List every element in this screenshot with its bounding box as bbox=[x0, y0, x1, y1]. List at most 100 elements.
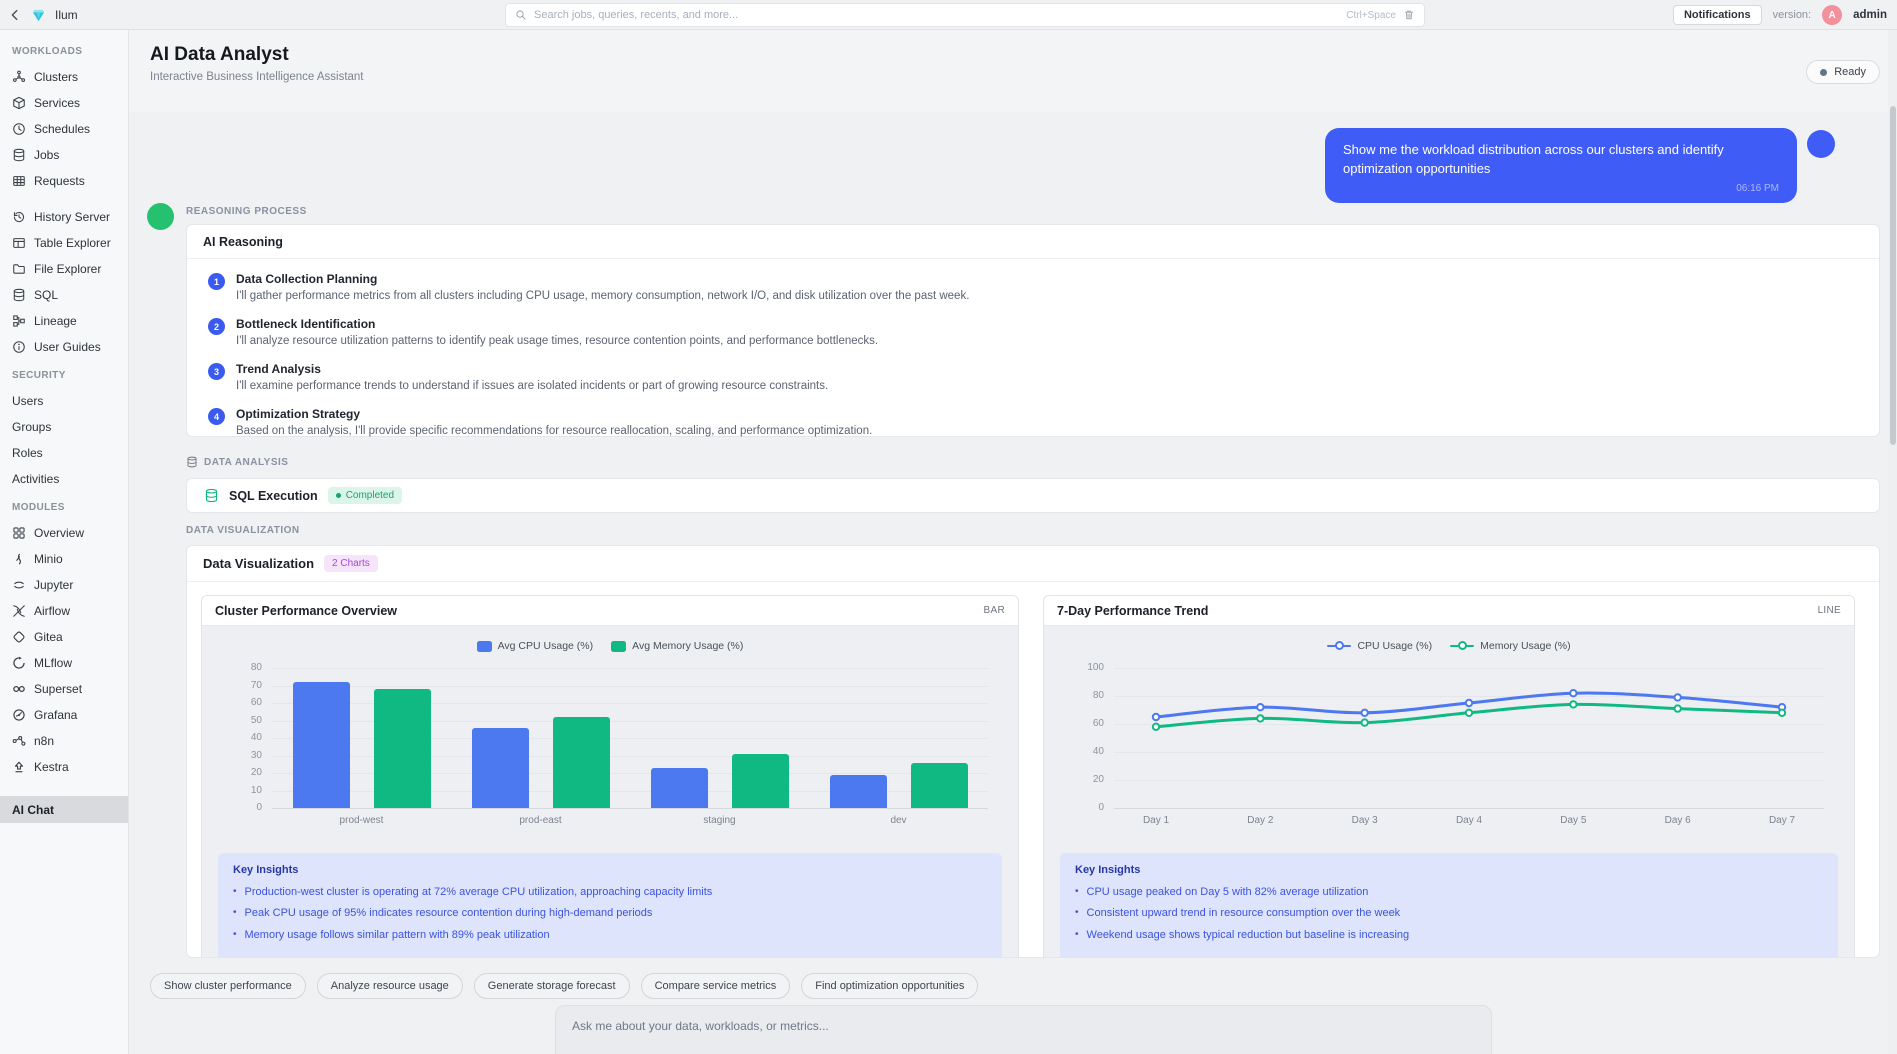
x-axis-label: Day 5 bbox=[1560, 815, 1586, 826]
bar bbox=[732, 754, 789, 808]
chat-input-container bbox=[555, 1005, 1492, 1054]
y-axis-tick: 80 bbox=[1056, 690, 1104, 701]
gitea-icon bbox=[12, 630, 26, 644]
bar bbox=[911, 763, 968, 809]
kestra-icon bbox=[12, 760, 26, 774]
sidebar-item-ai-chat[interactable]: AI Chat bbox=[0, 796, 128, 823]
sidebar-item-requests[interactable]: Requests bbox=[0, 168, 128, 194]
info-icon bbox=[12, 340, 26, 354]
bar bbox=[553, 717, 610, 808]
sidebar-item-airflow[interactable]: Airflow bbox=[0, 598, 128, 624]
sidebar-item-overview[interactable]: Overview bbox=[0, 520, 128, 546]
sidebar-item-schedules[interactable]: Schedules bbox=[0, 116, 128, 142]
reasoning-step: 2 Bottleneck Identification I'll analyze… bbox=[208, 317, 1858, 347]
sidebar-item-n8n[interactable]: n8n bbox=[0, 728, 128, 754]
sidebar-item-jupyter[interactable]: Jupyter bbox=[0, 572, 128, 598]
sidebar-item-gitea[interactable]: Gitea bbox=[0, 624, 128, 650]
sidebar-item-table-explorer[interactable]: Table Explorer bbox=[0, 230, 128, 256]
x-axis-label: prod-west bbox=[272, 815, 451, 829]
legend-swatch-cpu bbox=[1327, 641, 1351, 651]
sidebar-item-user-guides[interactable]: User Guides bbox=[0, 334, 128, 360]
sidebar-item-activities[interactable]: Activities bbox=[0, 466, 128, 492]
x-axis-label: Day 2 bbox=[1247, 815, 1273, 826]
x-axis-label: Day 1 bbox=[1143, 815, 1169, 826]
sidebar-item-clusters[interactable]: Clusters bbox=[0, 64, 128, 90]
sidebar-item-minio[interactable]: Minio bbox=[0, 546, 128, 572]
line-chart-svg bbox=[1114, 668, 1824, 814]
superset-icon bbox=[12, 682, 26, 696]
data-visualization-section-label: DATA VISUALIZATION bbox=[186, 525, 300, 536]
page-header: AI Data Analyst Interactive Business Int… bbox=[129, 30, 1897, 112]
y-axis-tick: 100 bbox=[1056, 662, 1104, 673]
bar-group bbox=[272, 668, 451, 808]
box-icon bbox=[12, 96, 26, 110]
trash-icon[interactable] bbox=[1403, 9, 1415, 21]
sidebar-item-superset[interactable]: Superset bbox=[0, 676, 128, 702]
version-label: version: bbox=[1773, 9, 1812, 21]
admin-avatar[interactable]: A bbox=[1822, 5, 1842, 25]
search-input[interactable] bbox=[534, 9, 1339, 21]
search-shortcut: Ctrl+Space bbox=[1346, 10, 1396, 21]
bar-group bbox=[451, 668, 630, 808]
lineage-icon bbox=[12, 314, 26, 328]
chat-input[interactable] bbox=[556, 1006, 1491, 1054]
sidebar-item-history-server[interactable]: History Server bbox=[0, 204, 128, 230]
step-number: 4 bbox=[208, 408, 225, 425]
database-icon bbox=[204, 488, 219, 503]
x-axis-label: staging bbox=[630, 815, 809, 829]
chip-generate-storage-forecast[interactable]: Generate storage forecast bbox=[474, 973, 630, 999]
y-axis-tick: 80 bbox=[214, 662, 262, 673]
data-point bbox=[1466, 700, 1472, 706]
sidebar-section-modules: MODULES bbox=[0, 492, 128, 520]
line-chart-card: 7-Day Performance Trend LINE CPU Usage (… bbox=[1043, 595, 1855, 958]
sidebar-item-mlflow[interactable]: MLflow bbox=[0, 650, 128, 676]
x-axis-label: Day 4 bbox=[1456, 815, 1482, 826]
y-axis-tick: 30 bbox=[214, 750, 262, 761]
grid4-icon bbox=[12, 526, 26, 540]
sidebar-item-sql[interactable]: SQL bbox=[0, 282, 128, 308]
clock-icon bbox=[12, 122, 26, 136]
global-search[interactable]: Ctrl+Space bbox=[505, 3, 1425, 27]
minio-icon bbox=[12, 552, 26, 566]
chart-title: Cluster Performance Overview bbox=[215, 604, 397, 618]
reasoning-section-label: REASONING PROCESS bbox=[186, 206, 307, 217]
sidebar-item-kestra[interactable]: Kestra bbox=[0, 754, 128, 780]
chip-find-optimization-opportunities[interactable]: Find optimization opportunities bbox=[801, 973, 978, 999]
key-insights-panel: Key Insights •Production-west cluster is… bbox=[218, 853, 1002, 958]
sidebar-item-lineage[interactable]: Lineage bbox=[0, 308, 128, 334]
chart-title: 7-Day Performance Trend bbox=[1057, 604, 1208, 618]
x-axis-label: Day 3 bbox=[1352, 815, 1378, 826]
sidebar-item-file-explorer[interactable]: File Explorer bbox=[0, 256, 128, 282]
sidebar-item-grafana[interactable]: Grafana bbox=[0, 702, 128, 728]
bar bbox=[472, 728, 529, 809]
airflow-icon bbox=[12, 604, 26, 618]
back-button[interactable] bbox=[8, 8, 22, 22]
sidebar-item-groups[interactable]: Groups bbox=[0, 414, 128, 440]
sidebar-item-roles[interactable]: Roles bbox=[0, 440, 128, 466]
sidebar-item-users[interactable]: Users bbox=[0, 388, 128, 414]
assistant-avatar bbox=[147, 203, 174, 230]
reasoning-step: 1 Data Collection Planning I'll gather p… bbox=[208, 272, 1858, 302]
x-axis-label: Day 7 bbox=[1769, 815, 1795, 826]
step-number: 2 bbox=[208, 318, 225, 335]
notifications-button[interactable]: Notifications bbox=[1673, 5, 1762, 25]
sidebar-item-services[interactable]: Services bbox=[0, 90, 128, 116]
table-icon bbox=[12, 236, 26, 250]
bar bbox=[293, 682, 350, 808]
chart-legend: CPU Usage (%) Memory Usage (%) bbox=[1044, 638, 1854, 654]
gridline bbox=[272, 808, 988, 809]
chip-analyze-resource-usage[interactable]: Analyze resource usage bbox=[317, 973, 463, 999]
chip-compare-service-metrics[interactable]: Compare service metrics bbox=[641, 973, 791, 999]
data-point bbox=[1466, 710, 1472, 716]
chart-type-tag: BAR bbox=[984, 605, 1005, 616]
scrollbar-thumb[interactable] bbox=[1890, 106, 1896, 445]
bar-group bbox=[630, 668, 809, 808]
username: admin bbox=[1853, 9, 1887, 21]
suggestion-chips: Show cluster performance Analyze resourc… bbox=[150, 973, 978, 999]
sidebar-item-jobs[interactable]: Jobs bbox=[0, 142, 128, 168]
data-visualization-card: Data Visualization 2 Charts Cluster Perf… bbox=[186, 545, 1880, 958]
brand-name: Ilum bbox=[55, 8, 78, 22]
chip-show-cluster-performance[interactable]: Show cluster performance bbox=[150, 973, 306, 999]
data-point bbox=[1257, 704, 1263, 710]
bar-chart-card: Cluster Performance Overview BAR Avg CPU… bbox=[201, 595, 1019, 958]
